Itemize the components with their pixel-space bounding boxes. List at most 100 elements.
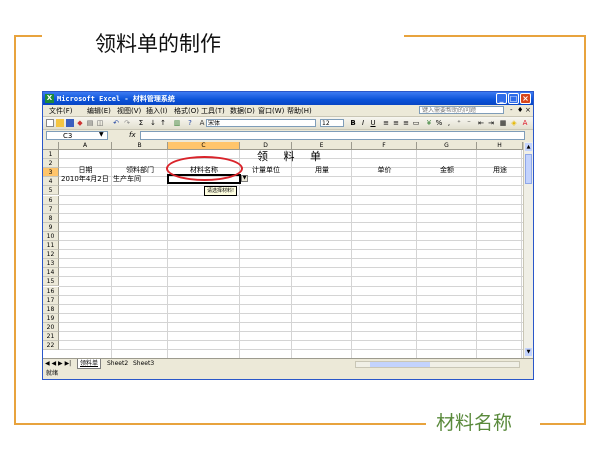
header-department[interactable]: 领料部门	[112, 166, 168, 174]
row-header-1[interactable]: 1	[43, 150, 59, 160]
row-header-8[interactable]: 8	[43, 213, 59, 223]
row-header-2[interactable]: 2	[43, 159, 59, 169]
tab-lingliaodan[interactable]: 领料单	[77, 359, 102, 369]
maximize-button[interactable]: □	[508, 93, 519, 104]
row-header-10[interactable]: 10	[43, 231, 59, 241]
row-header-21[interactable]: 21	[43, 332, 59, 342]
sort-descending-icon[interactable]: ↑	[159, 119, 167, 127]
header-purpose[interactable]: 用途	[477, 166, 523, 174]
align-center-icon[interactable]: ≡	[392, 119, 400, 127]
tab-sheet2[interactable]: Sheet2	[105, 359, 130, 368]
menu-edit[interactable]: 编辑(E)	[87, 106, 111, 116]
font-color-icon[interactable]: A	[521, 119, 529, 127]
column-header-f[interactable]: F	[352, 142, 417, 150]
row-header-5[interactable]: 5	[43, 186, 59, 196]
column-header-c[interactable]: C	[168, 142, 240, 150]
align-right-icon[interactable]: ≡	[402, 119, 410, 127]
row-header-6[interactable]: 6	[43, 195, 59, 205]
vertical-scrollbar[interactable]: ▲ ▼	[523, 142, 533, 358]
open-icon[interactable]	[56, 119, 64, 127]
undo-icon[interactable]: ↶	[112, 119, 120, 127]
row-header-13[interactable]: 13	[43, 259, 59, 269]
align-left-icon[interactable]: ≡	[382, 119, 390, 127]
menu-file[interactable]: 文件(F)	[49, 106, 73, 116]
underline-button[interactable]: U	[369, 119, 377, 127]
row-header-16[interactable]: 16	[43, 286, 59, 296]
name-box-dropdown-icon[interactable]: ▼	[99, 131, 104, 138]
currency-icon[interactable]: ¥	[425, 119, 433, 127]
chart-wizard-icon[interactable]: ▥	[173, 119, 181, 127]
row-header-20[interactable]: 20	[43, 322, 59, 332]
column-header-g[interactable]: G	[417, 142, 477, 150]
column-header-h[interactable]: H	[477, 142, 523, 150]
doc-close-button[interactable]: ×	[525, 106, 531, 114]
menu-view[interactable]: 视图(V)	[117, 106, 141, 116]
borders-icon[interactable]: ▦	[499, 119, 507, 127]
header-unit-price[interactable]: 单价	[352, 166, 417, 174]
menu-format[interactable]: 格式(O)	[174, 106, 199, 116]
preview-icon[interactable]: ◫	[96, 119, 104, 127]
help-icon[interactable]: ?	[186, 119, 194, 127]
title-bar[interactable]: X Microsoft Excel - 材料管理系统 _ □ ×	[43, 92, 533, 105]
tab-sheet3[interactable]: Sheet3	[131, 359, 156, 368]
horizontal-scrollbar[interactable]	[355, 361, 520, 368]
row-header-11[interactable]: 11	[43, 241, 59, 251]
comma-style-icon[interactable]: ,	[445, 119, 453, 127]
header-date[interactable]: 日期	[59, 166, 112, 174]
row-header-22[interactable]: 22	[43, 341, 59, 351]
fill-color-icon[interactable]: ◈	[510, 119, 518, 127]
header-unit[interactable]: 计量单位	[240, 166, 292, 174]
increase-decimal-icon[interactable]: ⁺	[455, 119, 463, 127]
row-header-4[interactable]: 4	[43, 177, 59, 187]
autosum-icon[interactable]: Σ	[137, 119, 145, 127]
scroll-down-icon[interactable]: ▼	[525, 348, 532, 356]
menu-help[interactable]: 帮助(H)	[287, 106, 312, 116]
bold-button[interactable]: B	[349, 119, 357, 127]
permission-icon[interactable]: ◆	[76, 119, 84, 127]
sort-ascending-icon[interactable]: ↓	[149, 119, 157, 127]
redo-icon[interactable]: ↷	[123, 119, 131, 127]
row-header-18[interactable]: 18	[43, 304, 59, 314]
font-name-select[interactable]: 宋体	[206, 119, 316, 127]
decrease-indent-icon[interactable]: ⇤	[477, 119, 485, 127]
dropdown-arrow-icon[interactable]: ▼	[241, 175, 248, 182]
row-header-7[interactable]: 7	[43, 204, 59, 214]
function-icon[interactable]: fx	[129, 131, 136, 139]
select-all-corner[interactable]	[43, 142, 59, 150]
decrease-decimal-icon[interactable]: ⁻	[465, 119, 473, 127]
doc-minimize-button[interactable]: -	[510, 106, 513, 114]
row-header-17[interactable]: 17	[43, 295, 59, 305]
vertical-scroll-thumb[interactable]	[525, 154, 532, 184]
cell-a3-date[interactable]: 2010年4月2日	[61, 175, 109, 183]
close-button[interactable]: ×	[520, 93, 531, 104]
column-header-d[interactable]: D	[240, 142, 292, 150]
column-header-b[interactable]: B	[112, 142, 168, 150]
horizontal-scroll-thumb[interactable]	[370, 362, 430, 367]
excel-icon[interactable]: X	[45, 94, 54, 103]
row-header-15[interactable]: 15	[43, 277, 59, 287]
print-icon[interactable]: ▤	[86, 119, 94, 127]
header-amount[interactable]: 金额	[417, 166, 477, 174]
italic-button[interactable]: I	[359, 119, 367, 127]
save-icon[interactable]	[66, 119, 74, 127]
row-header-3[interactable]: 3	[43, 168, 59, 178]
row-header-19[interactable]: 19	[43, 313, 59, 323]
menu-window[interactable]: 窗口(W)	[258, 106, 284, 116]
column-header-a[interactable]: A	[59, 142, 112, 150]
column-header-e[interactable]: E	[292, 142, 352, 150]
percent-button[interactable]: %	[435, 119, 443, 127]
font-size-select[interactable]: 12	[320, 119, 344, 127]
formula-input[interactable]	[140, 131, 525, 140]
scroll-up-icon[interactable]: ▲	[525, 143, 532, 151]
doc-restore-button[interactable]: ♦	[517, 106, 523, 114]
tab-navigation-icon[interactable]: ◀ ◀ ▶ ▶|	[45, 360, 71, 367]
help-search-input[interactable]: 键入需要帮助的问题	[419, 106, 504, 114]
minimize-button[interactable]: _	[496, 93, 507, 104]
increase-indent-icon[interactable]: ⇥	[487, 119, 495, 127]
menu-tools[interactable]: 工具(T)	[201, 106, 225, 116]
menu-insert[interactable]: 插入(I)	[146, 106, 168, 116]
merge-center-icon[interactable]: ▭	[412, 119, 420, 127]
new-icon[interactable]	[46, 119, 54, 127]
cell-b3-department[interactable]: 生产车间	[113, 175, 141, 183]
row-header-12[interactable]: 12	[43, 250, 59, 260]
